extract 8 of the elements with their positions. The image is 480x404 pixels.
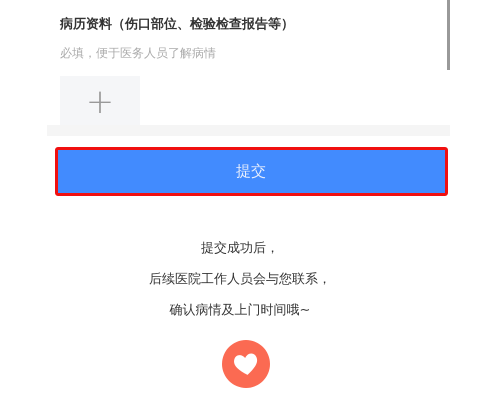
notice-text: 后续医院工作人员会与您联系， <box>149 271 331 289</box>
scrollbar <box>447 0 450 70</box>
hint-text: 必填，便于医务人员了解病情 <box>60 45 217 61</box>
notice-text: 提交成功后， <box>201 240 279 258</box>
notice-text: 确认病情及上门时间哦~ <box>170 302 310 320</box>
submit-button[interactable]: 提交 <box>54 147 448 196</box>
upload-button[interactable]: + <box>60 76 140 125</box>
section-title: 病历资料（伤口部位、检验检查报告等） <box>60 16 295 34</box>
